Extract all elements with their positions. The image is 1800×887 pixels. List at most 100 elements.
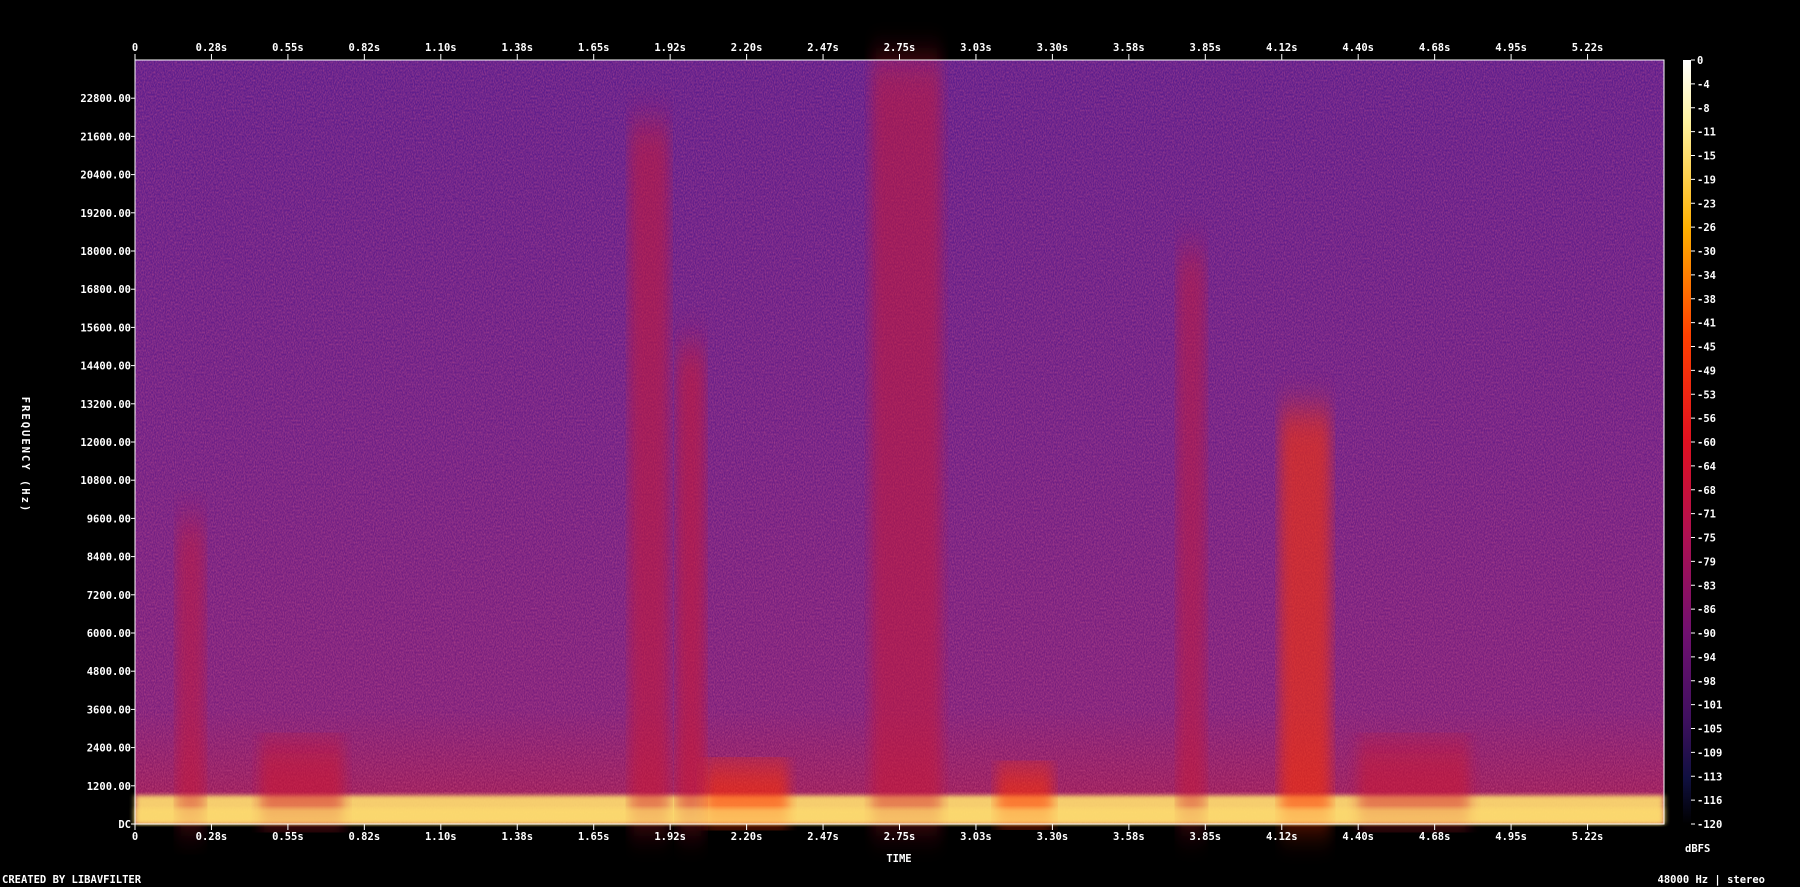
y-tick-label: 2400.00 [87,743,131,755]
colorbar-label: dBFS [1685,843,1710,855]
y-tick-label: 20400.00 [80,170,131,182]
y-axis-label: FREQUENCY (Hz) [19,397,31,514]
y-tick-label: 6000.00 [87,628,131,640]
energy-burst-8 [1177,251,1206,824]
x-tick-label: 2.20s [731,42,763,54]
y-tick-label: 10800.00 [80,475,131,487]
x-tick-label: 3.03s [960,42,992,54]
x-tick-label: 1.10s [425,831,457,843]
colorbar-tick-label: 0 [1697,55,1703,67]
x-axis-top: 0 0.28s 0.55s 0.82s 1.10s 1.38s 1.65s 1.92s 2.20… [132,42,1604,60]
colorbar-tick-label: -26 [1697,222,1716,234]
x-tick-label: 0 [132,42,138,54]
x-tick-label: 0.55s [272,831,304,843]
x-tick-label: 5.22s [1572,831,1604,843]
energy-burst-6 [871,60,942,824]
y-tick-label: 21600.00 [80,131,131,143]
colorbar-tick-label: -11 [1697,127,1716,139]
colorbar: 0 -4 -8 -11 -15 -19 -23 -26 -30 -34 -38 -41 -45 -49 -5… [1683,55,1722,831]
y-tick-label: 13200.00 [80,399,131,411]
x-tick-label: 4.12s [1266,831,1298,843]
x-tick-label: 4.40s [1342,831,1374,843]
x-tick-label: 3.30s [1037,831,1069,843]
colorbar-tick-label: -71 [1697,509,1716,521]
y-tick-label: 4800.00 [87,666,131,678]
footer-sample-info: 48000 Hz | stereo [1657,874,1765,886]
x-axis-bottom: 0 0.28s 0.55s 0.82s 1.10s 1.38s 1.65s 1.92s 2.20… [132,824,1604,843]
y-tick-label: 1200.00 [87,781,131,793]
colorbar-tick-label: -34 [1697,270,1716,282]
x-tick-label: 1.38s [501,831,533,843]
x-tick-label: 3.03s [960,831,992,843]
x-tick-label: 0 [132,831,138,843]
colorbar-tick-label: -94 [1697,652,1716,664]
colorbar-tick-label: -30 [1697,246,1716,258]
x-tick-label: 0.82s [349,42,381,54]
x-tick-label: 0.82s [349,831,381,843]
y-tick-label: DC [118,819,131,831]
x-tick-label: 1.65s [578,831,610,843]
x-tick-label: 2.75s [884,831,916,843]
colorbar-tick-label: -101 [1697,700,1722,712]
y-tick-label: 16800.00 [80,284,131,296]
x-tick-label: 3.58s [1113,831,1145,843]
y-tick-label: 8400.00 [87,552,131,564]
x-tick-label: 4.95s [1495,42,1527,54]
colorbar-tick-label: -86 [1697,604,1716,616]
colorbar-gradient [1683,60,1691,824]
x-tick-label: 4.40s [1342,42,1374,54]
x-tick-label: 1.10s [425,42,457,54]
colorbar-tick-label: -53 [1697,389,1716,401]
colorbar-tick-label: -113 [1697,771,1722,783]
energy-burst-9 [1280,410,1331,824]
colorbar-tick-label: -38 [1697,294,1716,306]
x-tick-label: 4.68s [1419,42,1451,54]
x-tick-label: 3.30s [1037,42,1069,54]
spectrogram-chart: 0 0.28s 0.55s 0.82s 1.10s 1.38s 1.65s 1.92s 2.20… [19,42,1722,865]
x-tick-label: 2.47s [807,42,839,54]
colorbar-tick-label: -15 [1697,151,1716,163]
x-axis-label: TIME [886,853,911,865]
x-tick-label: 1.92s [654,831,686,843]
x-tick-label: 2.47s [807,831,839,843]
colorbar-tick-label: -56 [1697,413,1716,425]
colorbar-tick-label: -105 [1697,724,1722,736]
x-tick-label: 5.22s [1572,42,1604,54]
colorbar-tick-label: -109 [1697,747,1722,759]
x-tick-label: 4.12s [1266,42,1298,54]
colorbar-tick-label: -116 [1697,795,1722,807]
colorbar-tick-label: -8 [1697,103,1710,115]
energy-burst-1 [176,521,205,824]
colorbar-tick-label: -68 [1697,485,1716,497]
x-tick-label: 1.38s [501,42,533,54]
colorbar-tick-label: -19 [1697,174,1716,186]
x-tick-label: 4.95s [1495,831,1527,843]
colorbar-tick-label: -41 [1697,318,1716,330]
y-tick-label: 22800.00 [80,93,131,105]
x-tick-label: 3.85s [1189,42,1221,54]
x-tick-label: 1.92s [654,42,686,54]
energy-burst-4 [677,346,705,824]
x-tick-label: 2.75s [884,42,916,54]
x-tick-label: 2.20s [731,831,763,843]
y-tick-label: 19200.00 [80,208,131,220]
colorbar-tick-label: -49 [1697,365,1716,377]
y-tick-label: 18000.00 [80,246,131,258]
energy-burst-3 [629,123,669,824]
x-tick-label: 1.65s [578,42,610,54]
colorbar-tick-label: -90 [1697,628,1716,640]
colorbar-tick-label: -4 [1697,79,1710,91]
footer-credit: CREATED BY LIBAVFILTER [2,874,142,886]
colorbar-tick-label: -98 [1697,676,1716,688]
y-tick-label: 12000.00 [80,437,131,449]
y-tick-label: 7200.00 [87,590,131,602]
colorbar-tick-label: -64 [1697,461,1716,473]
y-tick-label: 14400.00 [80,361,131,373]
y-tick-label: 3600.00 [87,704,131,716]
low-frequency-peak-band [135,808,1664,824]
x-tick-label: 0.55s [272,42,304,54]
spectrogram-plot-area [134,59,1665,825]
colorbar-tick-label: -75 [1697,533,1716,545]
x-tick-label: 0.28s [196,831,228,843]
y-tick-label: 15600.00 [80,322,131,334]
